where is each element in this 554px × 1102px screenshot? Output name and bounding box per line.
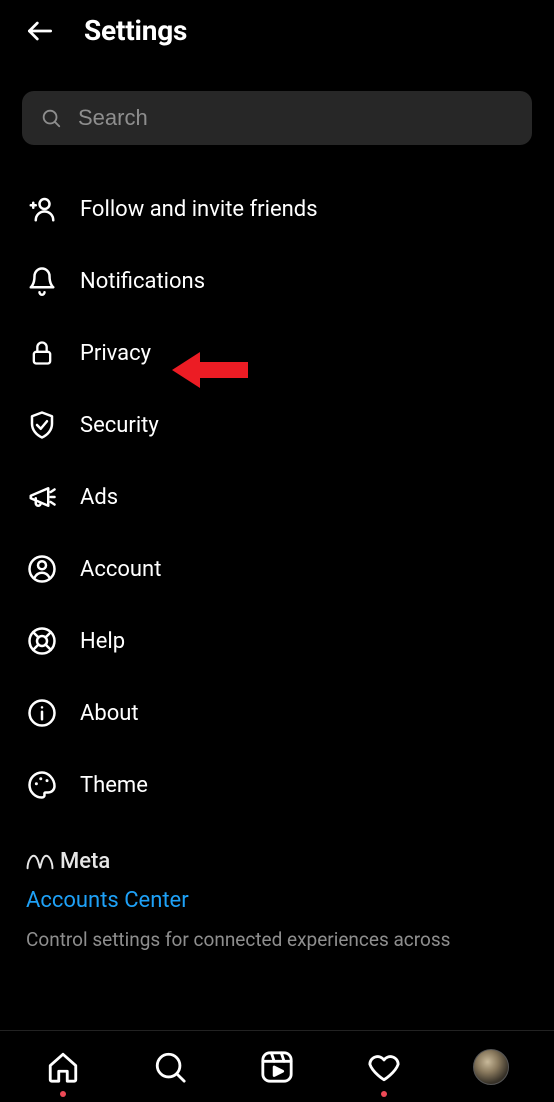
menu-item-label: Account <box>80 557 161 582</box>
search-icon <box>153 1050 187 1084</box>
header: Settings <box>0 0 554 61</box>
home-icon <box>46 1050 80 1084</box>
search-icon <box>40 107 62 129</box>
menu-item-label: Privacy <box>80 341 151 366</box>
menu-item-follow-invite[interactable]: Follow and invite friends <box>0 173 554 245</box>
nav-profile[interactable] <box>467 1043 515 1091</box>
menu-item-notifications[interactable]: Notifications <box>0 245 554 317</box>
palette-icon <box>26 769 58 801</box>
shield-check-icon <box>26 409 58 441</box>
lock-icon <box>26 337 58 369</box>
arrow-left-icon <box>24 15 56 47</box>
menu-item-label: Help <box>80 629 125 654</box>
nav-search[interactable] <box>146 1043 194 1091</box>
menu-item-label: About <box>80 701 139 726</box>
menu-item-privacy[interactable]: Privacy <box>0 317 554 389</box>
menu-item-label: Theme <box>80 773 148 798</box>
menu-item-label: Ads <box>80 485 118 510</box>
bell-icon <box>26 265 58 297</box>
notification-dot <box>381 1091 387 1097</box>
nav-reels[interactable] <box>253 1043 301 1091</box>
meta-brand: Meta <box>26 849 528 874</box>
settings-list: Follow and invite friends Notifications … <box>0 155 554 821</box>
person-add-icon <box>26 193 58 225</box>
search-box[interactable] <box>22 91 532 145</box>
nav-home[interactable] <box>39 1043 87 1091</box>
meta-logo-icon <box>26 852 54 872</box>
menu-item-label: Follow and invite friends <box>80 197 318 222</box>
notification-dot <box>60 1091 66 1097</box>
heart-icon <box>367 1050 401 1084</box>
bottom-nav <box>0 1030 554 1102</box>
info-icon <box>26 697 58 729</box>
search-container <box>0 61 554 155</box>
back-button[interactable] <box>24 15 56 47</box>
user-circle-icon <box>26 553 58 585</box>
menu-item-account[interactable]: Account <box>0 533 554 605</box>
megaphone-icon <box>26 481 58 513</box>
menu-item-about[interactable]: About <box>0 677 554 749</box>
profile-avatar <box>473 1049 509 1085</box>
menu-item-theme[interactable]: Theme <box>0 749 554 821</box>
menu-item-ads[interactable]: Ads <box>0 461 554 533</box>
nav-activity[interactable] <box>360 1043 408 1091</box>
accounts-center-link[interactable]: Accounts Center <box>26 888 528 913</box>
page-title: Settings <box>84 14 187 47</box>
meta-description: Control settings for connected experienc… <box>26 927 528 954</box>
menu-item-label: Security <box>80 413 159 438</box>
menu-item-help[interactable]: Help <box>0 605 554 677</box>
menu-item-label: Notifications <box>80 269 205 294</box>
meta-section: Meta Accounts Center Control settings fo… <box>0 821 554 964</box>
menu-item-security[interactable]: Security <box>0 389 554 461</box>
reels-icon <box>260 1050 294 1084</box>
lifebuoy-icon <box>26 625 58 657</box>
search-input[interactable] <box>78 105 514 131</box>
meta-brand-text: Meta <box>60 849 110 874</box>
